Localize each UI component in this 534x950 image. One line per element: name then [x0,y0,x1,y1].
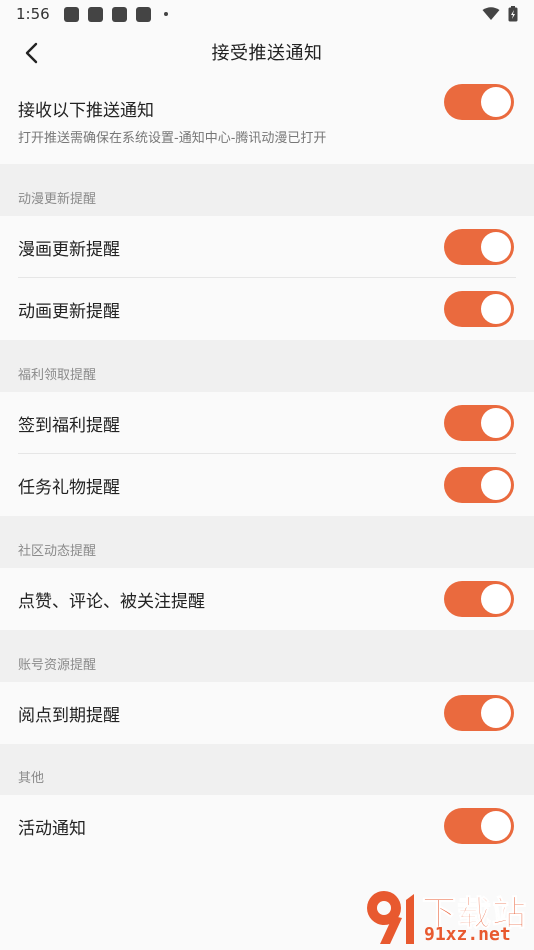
main-toggle-row: 接收以下推送通知 [18,96,516,121]
page-title: 接受推送通知 [211,43,323,64]
toggle-knob [481,811,511,841]
list-item: 动画更新提醒 [18,297,516,322]
wifi-icon [482,7,500,20]
activity-notice-label: 活动通知 [18,818,86,839]
interaction-reminder-toggle[interactable] [444,581,514,617]
main-toggle-label: 接收以下推送通知 [18,100,154,121]
list-item: 点赞、评论、被关注提醒 [18,587,516,612]
activity-notice-toggle[interactable] [444,808,514,844]
comic-update-label: 漫画更新提醒 [18,239,120,260]
anime-update-label: 动画更新提醒 [18,301,120,322]
section-title-account: 账号资源提醒 [18,658,97,673]
comic-update-toggle[interactable] [444,229,514,265]
toggle-knob [481,584,511,614]
watermark-logo-icon [367,891,414,944]
watermark-url: 91xz.net [424,924,511,945]
main-toggle-switch[interactable] [444,84,514,120]
list-item: 签到福利提醒 [18,411,516,436]
section-card-rewards: 签到福利提醒 任务礼物提醒 [0,392,534,516]
watermark: 下载站 91xz.net [360,886,532,948]
status-time: 1:56 [16,5,50,23]
section-card-anime-updates: 漫画更新提醒 动画更新提醒 [0,216,534,340]
toggle-knob [481,232,511,262]
points-expiry-toggle[interactable] [444,695,514,731]
checkin-reward-label: 签到福利提醒 [18,415,120,436]
toggle-knob [481,698,511,728]
notification-icon [111,6,127,22]
section-card-account: 阅点到期提醒 [0,682,534,744]
section-title-community: 社区动态提醒 [18,544,97,559]
more-notifications-icon [163,12,168,16]
task-gift-label: 任务礼物提醒 [18,477,120,498]
main-toggle-description-row: 打开推送需确保在系统设置-通知中心-腾讯动漫已打开 [18,127,516,146]
toggle-knob [481,470,511,500]
list-item: 漫画更新提醒 [18,235,516,260]
section-card-community: 点赞、评论、被关注提醒 [0,568,534,630]
divider [18,277,516,278]
toggle-knob [481,294,511,324]
chevron-left-icon [25,42,38,64]
anime-update-toggle[interactable] [444,291,514,327]
notification-icon [87,6,103,22]
divider [18,453,516,454]
points-expiry-label: 阅点到期提醒 [18,705,120,726]
section-title-rewards: 福利领取提醒 [18,368,97,383]
toggle-knob [481,408,511,438]
status-bar: 1:56 [0,0,534,28]
section-title-anime-updates: 动漫更新提醒 [18,192,97,207]
notification-icon [63,6,79,22]
main-toggle-card: 接收以下推送通知 打开推送需确保在系统设置-通知中心-腾讯动漫已打开 [0,76,534,164]
list-item: 阅点到期提醒 [18,701,516,726]
list-item: 活动通知 [18,814,516,839]
battery-icon [508,6,518,22]
main-toggle-description: 打开推送需确保在系统设置-通知中心-腾讯动漫已打开 [18,130,327,146]
back-button[interactable] [14,36,48,70]
task-gift-toggle[interactable] [444,467,514,503]
section-title-other: 其他 [18,771,45,786]
toggle-knob [481,87,511,117]
checkin-reward-toggle[interactable] [444,405,514,441]
list-item: 任务礼物提醒 [18,473,516,498]
title-bar: 接受推送通知 [0,28,534,76]
notification-icon [135,6,151,22]
interaction-reminder-label: 点赞、评论、被关注提醒 [18,591,205,612]
